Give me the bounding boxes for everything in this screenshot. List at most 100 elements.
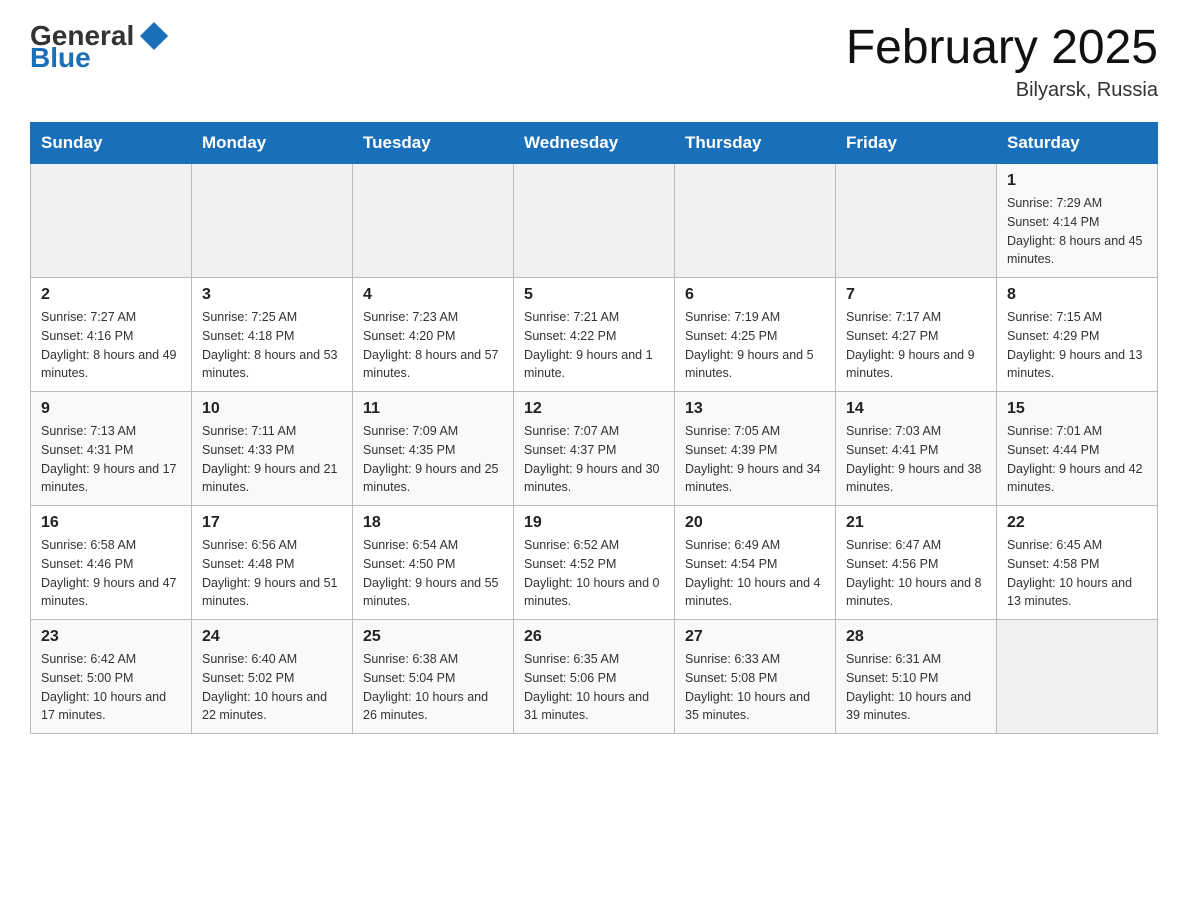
day-number: 17: [202, 514, 342, 532]
table-row: 18 Sunrise: 6:54 AMSunset: 4:50 PMDayligh…: [353, 506, 514, 620]
calendar-title: February 2025: [846, 20, 1158, 75]
calendar-header-row: Sunday Monday Tuesday Wednesday Thursday…: [31, 123, 1158, 164]
day-info: Sunrise: 6:40 AMSunset: 5:02 PMDaylight:…: [202, 650, 342, 725]
logo: General Blue: [30, 20, 170, 72]
col-monday: Monday: [192, 123, 353, 164]
col-sunday: Sunday: [31, 123, 192, 164]
day-info: Sunrise: 7:15 AMSunset: 4:29 PMDaylight:…: [1007, 308, 1147, 383]
calendar-week-1: 1 Sunrise: 7:29 AMSunset: 4:14 PMDaylight…: [31, 164, 1158, 278]
logo-flag-icon: [138, 20, 170, 52]
day-number: 11: [363, 400, 503, 418]
table-row: 8 Sunrise: 7:15 AMSunset: 4:29 PMDaylight…: [997, 278, 1158, 392]
table-row: 9 Sunrise: 7:13 AMSunset: 4:31 PMDaylight…: [31, 392, 192, 506]
day-number: 23: [41, 628, 181, 646]
table-row: 12 Sunrise: 7:07 AMSunset: 4:37 PMDayligh…: [514, 392, 675, 506]
day-number: 2: [41, 286, 181, 304]
day-info: Sunrise: 7:05 AMSunset: 4:39 PMDaylight:…: [685, 422, 825, 497]
col-saturday: Saturday: [997, 123, 1158, 164]
col-tuesday: Tuesday: [353, 123, 514, 164]
day-number: 15: [1007, 400, 1147, 418]
day-number: 12: [524, 400, 664, 418]
table-row: 20 Sunrise: 6:49 AMSunset: 4:54 PMDayligh…: [675, 506, 836, 620]
table-row: [31, 164, 192, 278]
calendar-subtitle: Bilyarsk, Russia: [846, 79, 1158, 102]
day-number: 10: [202, 400, 342, 418]
table-row: 3 Sunrise: 7:25 AMSunset: 4:18 PMDaylight…: [192, 278, 353, 392]
table-row: 5Sunrise: 7:21 AMSunset: 4:22 PMDaylight…: [514, 278, 675, 392]
day-number: 28: [846, 628, 986, 646]
day-info: Sunrise: 7:19 AMSunset: 4:25 PMDaylight:…: [685, 308, 825, 383]
day-info: Sunrise: 6:45 AMSunset: 4:58 PMDaylight:…: [1007, 536, 1147, 611]
table-row: 26 Sunrise: 6:35 AMSunset: 5:06 PMDayligh…: [514, 620, 675, 734]
day-info: Sunrise: 6:31 AMSunset: 5:10 PMDaylight:…: [846, 650, 986, 725]
col-thursday: Thursday: [675, 123, 836, 164]
day-number: 18: [363, 514, 503, 532]
day-info: Sunrise: 6:54 AMSunset: 4:50 PMDaylight:…: [363, 536, 503, 611]
table-row: 4 Sunrise: 7:23 AMSunset: 4:20 PMDaylight…: [353, 278, 514, 392]
day-number: 5: [524, 286, 664, 304]
day-number: 20: [685, 514, 825, 532]
table-row: 1 Sunrise: 7:29 AMSunset: 4:14 PMDaylight…: [997, 164, 1158, 278]
table-row: 15 Sunrise: 7:01 AMSunset: 4:44 PMDayligh…: [997, 392, 1158, 506]
calendar-table: Sunday Monday Tuesday Wednesday Thursday…: [30, 122, 1158, 734]
table-row: 22Sunrise: 6:45 AMSunset: 4:58 PMDayligh…: [997, 506, 1158, 620]
table-row: 7Sunrise: 7:17 AMSunset: 4:27 PMDaylight…: [836, 278, 997, 392]
table-row: 16Sunrise: 6:58 AMSunset: 4:46 PMDayligh…: [31, 506, 192, 620]
table-row: [353, 164, 514, 278]
table-row: 14 Sunrise: 7:03 AMSunset: 4:41 PMDayligh…: [836, 392, 997, 506]
day-number: 1: [1007, 172, 1147, 190]
calendar-week-2: 2 Sunrise: 7:27 AMSunset: 4:16 PMDaylight…: [31, 278, 1158, 392]
day-number: 19: [524, 514, 664, 532]
day-info: Sunrise: 7:25 AMSunset: 4:18 PMDaylight:…: [202, 308, 342, 383]
page-header: General Blue February 2025 Bilyarsk, Rus…: [30, 20, 1158, 102]
calendar-week-3: 9 Sunrise: 7:13 AMSunset: 4:31 PMDaylight…: [31, 392, 1158, 506]
table-row: 24Sunrise: 6:40 AMSunset: 5:02 PMDayligh…: [192, 620, 353, 734]
day-number: 8: [1007, 286, 1147, 304]
day-number: 25: [363, 628, 503, 646]
table-row: [997, 620, 1158, 734]
day-info: Sunrise: 6:33 AMSunset: 5:08 PMDaylight:…: [685, 650, 825, 725]
table-row: 23 Sunrise: 6:42 AMSunset: 5:00 PMDayligh…: [31, 620, 192, 734]
day-info: Sunrise: 6:38 AMSunset: 5:04 PMDaylight:…: [363, 650, 503, 725]
day-info: Sunrise: 6:35 AMSunset: 5:06 PMDaylight:…: [524, 650, 664, 725]
table-row: 21Sunrise: 6:47 AMSunset: 4:56 PMDayligh…: [836, 506, 997, 620]
day-info: Sunrise: 7:01 AMSunset: 4:44 PMDaylight:…: [1007, 422, 1147, 497]
day-info: Sunrise: 7:29 AMSunset: 4:14 PMDaylight:…: [1007, 194, 1147, 269]
table-row: 2 Sunrise: 7:27 AMSunset: 4:16 PMDaylight…: [31, 278, 192, 392]
day-info: Sunrise: 7:09 AMSunset: 4:35 PMDaylight:…: [363, 422, 503, 497]
col-wednesday: Wednesday: [514, 123, 675, 164]
table-row: 27 Sunrise: 6:33 AMSunset: 5:08 PMDayligh…: [675, 620, 836, 734]
day-number: 26: [524, 628, 664, 646]
title-block: February 2025 Bilyarsk, Russia: [846, 20, 1158, 102]
day-number: 27: [685, 628, 825, 646]
day-number: 21: [846, 514, 986, 532]
table-row: 19 Sunrise: 6:52 AMSunset: 4:52 PMDayligh…: [514, 506, 675, 620]
day-number: 7: [846, 286, 986, 304]
table-row: [675, 164, 836, 278]
logo-blue-text: Blue: [30, 44, 91, 72]
day-number: 4: [363, 286, 503, 304]
table-row: 13Sunrise: 7:05 AMSunset: 4:39 PMDayligh…: [675, 392, 836, 506]
day-number: 14: [846, 400, 986, 418]
table-row: 11 Sunrise: 7:09 AMSunset: 4:35 PMDayligh…: [353, 392, 514, 506]
col-friday: Friday: [836, 123, 997, 164]
day-info: Sunrise: 7:27 AMSunset: 4:16 PMDaylight:…: [41, 308, 181, 383]
day-info: Sunrise: 6:52 AMSunset: 4:52 PMDaylight:…: [524, 536, 664, 611]
table-row: [836, 164, 997, 278]
day-info: Sunrise: 7:07 AMSunset: 4:37 PMDaylight:…: [524, 422, 664, 497]
day-info: Sunrise: 6:42 AMSunset: 5:00 PMDaylight:…: [41, 650, 181, 725]
day-info: Sunrise: 6:58 AMSunset: 4:46 PMDaylight:…: [41, 536, 181, 611]
day-info: Sunrise: 6:49 AMSunset: 4:54 PMDaylight:…: [685, 536, 825, 611]
day-info: Sunrise: 7:03 AMSunset: 4:41 PMDaylight:…: [846, 422, 986, 497]
calendar-week-5: 23 Sunrise: 6:42 AMSunset: 5:00 PMDayligh…: [31, 620, 1158, 734]
day-number: 3: [202, 286, 342, 304]
day-info: Sunrise: 7:23 AMSunset: 4:20 PMDaylight:…: [363, 308, 503, 383]
table-row: 10Sunrise: 7:11 AMSunset: 4:33 PMDayligh…: [192, 392, 353, 506]
table-row: 28 Sunrise: 6:31 AMSunset: 5:10 PMDayligh…: [836, 620, 997, 734]
table-row: [514, 164, 675, 278]
day-info: Sunrise: 7:13 AMSunset: 4:31 PMDaylight:…: [41, 422, 181, 497]
day-info: Sunrise: 6:56 AMSunset: 4:48 PMDaylight:…: [202, 536, 342, 611]
table-row: 25 Sunrise: 6:38 AMSunset: 5:04 PMDayligh…: [353, 620, 514, 734]
day-number: 9: [41, 400, 181, 418]
calendar-week-4: 16Sunrise: 6:58 AMSunset: 4:46 PMDayligh…: [31, 506, 1158, 620]
